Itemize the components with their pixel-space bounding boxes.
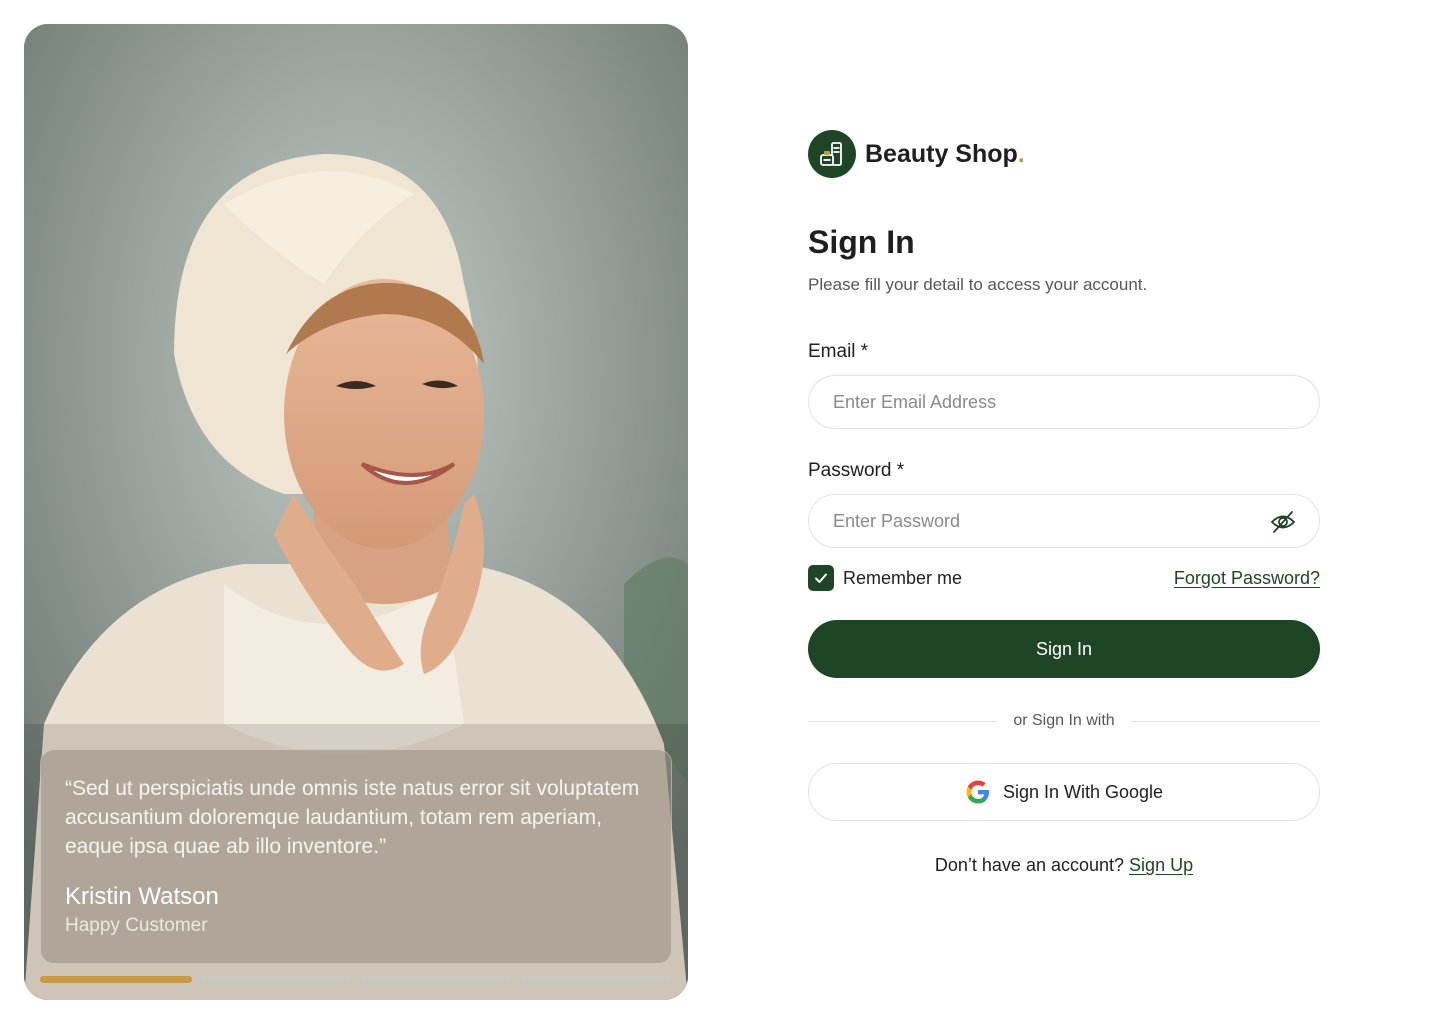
email-label: Email * <box>808 341 869 362</box>
testimonial-author-name: Kristin Watson <box>65 883 219 910</box>
carousel-indicator-1[interactable] <box>40 976 192 983</box>
checkmark-icon[interactable] <box>808 565 834 591</box>
signup-prompt: Don’t have an account? Sign Up <box>808 855 1320 876</box>
testimonial-card: “Sed ut perspiciatis unde omnis iste nat… <box>40 749 672 964</box>
testimonial-author-role: Happy Customer <box>65 915 208 936</box>
sign-up-link[interactable]: Sign Up <box>1129 855 1193 875</box>
beauty-products-icon <box>808 130 856 178</box>
carousel-indicator-3[interactable] <box>360 976 512 983</box>
testimonial-quote: “Sed ut perspiciatis unde omnis iste nat… <box>65 777 640 858</box>
page-title: Sign In <box>808 224 915 260</box>
eye-off-icon[interactable] <box>1269 508 1297 536</box>
brand: Beauty Shop. <box>808 130 1320 178</box>
carousel-indicator-2[interactable] <box>200 976 352 983</box>
carousel-indicators <box>40 976 672 984</box>
signup-prompt-text: Don’t have an account? <box>934 855 1125 875</box>
password-field-wrapper <box>808 494 1320 548</box>
google-icon <box>966 780 989 804</box>
brand-name: Beauty Shop. <box>865 139 1025 168</box>
carousel-indicator-4[interactable] <box>520 976 672 983</box>
divider-line-left <box>808 720 998 722</box>
divider: or Sign In with <box>808 712 1321 730</box>
sign-in-form: Beauty Shop. Sign In Please fill your de… <box>808 130 1321 876</box>
divider-line-right <box>1130 720 1321 722</box>
email-field[interactable] <box>833 391 1295 413</box>
remember-me-checkbox[interactable]: Remember me <box>808 565 962 591</box>
divider-label: or Sign In with <box>1013 712 1115 729</box>
sign-in-button[interactable]: Sign In <box>808 620 1320 678</box>
page-subtitle: Please fill your detail to access your a… <box>808 275 1148 294</box>
password-label: Password * <box>808 460 905 481</box>
email-field-wrapper <box>808 375 1320 429</box>
hero-panel: “Sed ut perspiciatis unde omnis iste nat… <box>24 24 688 1000</box>
remember-me-label: Remember me <box>843 567 963 588</box>
forgot-password-link[interactable]: Forgot Password? <box>1174 568 1320 589</box>
google-sign-in-label: Sign In With Google <box>1002 781 1164 802</box>
password-field[interactable] <box>833 510 1295 532</box>
google-sign-in-button[interactable]: Sign In With Google <box>808 763 1320 821</box>
options-row: Remember me Forgot Password? <box>808 564 1320 592</box>
